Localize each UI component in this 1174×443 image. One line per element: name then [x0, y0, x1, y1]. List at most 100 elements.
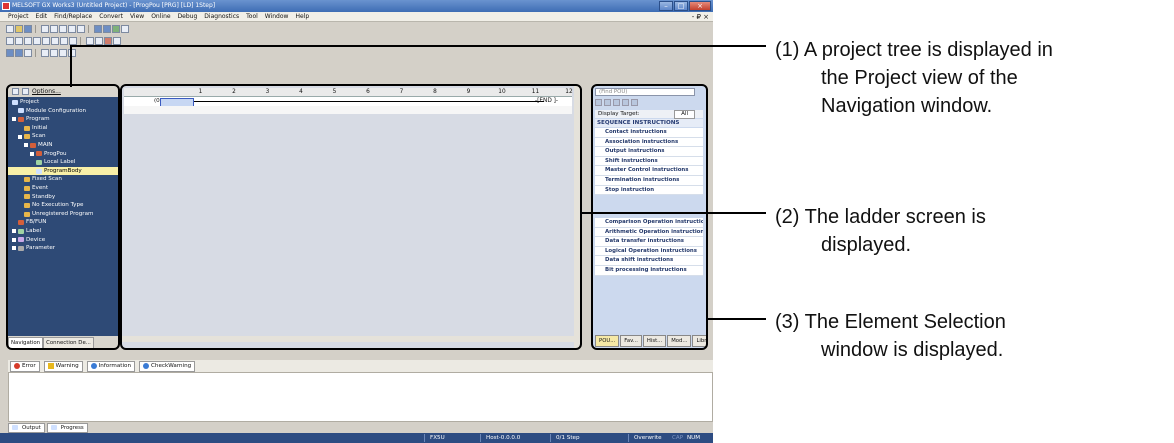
rising-pulse-icon[interactable]: [86, 37, 94, 45]
menu-window[interactable]: Window: [265, 13, 289, 20]
options-button[interactable]: Options...: [32, 88, 61, 95]
tree-item[interactable]: Program: [8, 115, 118, 124]
open-contact-icon[interactable]: [6, 37, 14, 45]
element-tab[interactable]: Fav...: [620, 335, 642, 347]
device-comment-icon[interactable]: [41, 49, 49, 57]
menu-tool[interactable]: Tool: [246, 13, 258, 20]
menu-find-replace[interactable]: Find/Replace: [54, 13, 92, 20]
tree-item[interactable]: Initial: [8, 124, 118, 133]
tree-item[interactable]: Parameter: [8, 244, 118, 253]
insert-line-icon[interactable]: [113, 37, 121, 45]
element-tab[interactable]: Mod...: [667, 335, 692, 347]
application-instruction-icon[interactable]: [51, 37, 59, 45]
instruction-item[interactable]: Data transfer instructions: [595, 237, 703, 247]
element-tab[interactable]: POU...: [595, 335, 620, 347]
instruction-item[interactable]: Data shift instructions: [595, 256, 703, 266]
delete-icon[interactable]: [622, 99, 629, 106]
instruction-item[interactable]: Logical Operation instructions: [595, 246, 703, 257]
save-project-icon[interactable]: [24, 25, 32, 33]
statement-icon[interactable]: [50, 49, 58, 57]
tree-item[interactable]: FB/FUN: [8, 218, 118, 227]
collapse-tree-icon[interactable]: [22, 88, 29, 95]
delete-line-icon[interactable]: [104, 37, 112, 45]
redo-icon[interactable]: [77, 25, 85, 33]
build-icon[interactable]: [6, 49, 14, 57]
list-view-icon[interactable]: [595, 99, 602, 106]
tree-item[interactable]: Event: [8, 184, 118, 193]
expand-toggle-icon[interactable]: [12, 117, 16, 122]
mdi-controls[interactable]: - ₽ ×: [692, 12, 709, 22]
information-filter[interactable]: Information: [86, 360, 136, 372]
coil-icon[interactable]: [42, 37, 50, 45]
expand-toggle-icon[interactable]: [12, 229, 16, 234]
falling-pulse-icon[interactable]: [95, 37, 103, 45]
tree-item[interactable]: Module Configuration: [8, 107, 118, 116]
warning-filter[interactable]: Warning: [43, 360, 83, 372]
menu-convert[interactable]: Convert: [99, 13, 123, 20]
menu-online[interactable]: Online: [151, 13, 170, 20]
output-list[interactable]: [8, 372, 713, 422]
instruction-item[interactable]: Contact instructions: [595, 128, 703, 138]
ladder-empty-row[interactable]: [124, 106, 572, 114]
expand-tree-icon[interactable]: [12, 88, 19, 95]
ladder-rung-row[interactable]: (0) -[END ]-: [124, 97, 572, 113]
tree-item[interactable]: Label: [8, 227, 118, 236]
minimize-button[interactable]: –: [659, 1, 673, 11]
parallel-open-contact-icon[interactable]: [24, 37, 32, 45]
properties-icon[interactable]: [631, 99, 638, 106]
menu-edit[interactable]: Edit: [36, 13, 48, 20]
maximize-button[interactable]: □: [674, 1, 688, 11]
checkwarning-filter[interactable]: CheckWarning: [139, 360, 196, 372]
tab-navigation[interactable]: Navigation: [8, 337, 44, 348]
horizontal-line-icon[interactable]: [60, 37, 68, 45]
note-icon[interactable]: [59, 49, 67, 57]
tree-item[interactable]: Project: [8, 98, 118, 107]
sort-icon[interactable]: [604, 99, 611, 106]
tree-item[interactable]: Device: [8, 236, 118, 245]
cut-icon[interactable]: [41, 25, 49, 33]
instruction-item[interactable]: Termination instructions: [595, 175, 703, 186]
instruction-item[interactable]: Shift instructions: [595, 156, 703, 167]
instruction-item[interactable]: Output instructions: [595, 147, 703, 157]
new-project-icon[interactable]: [6, 25, 14, 33]
menu-view[interactable]: View: [130, 13, 144, 20]
error-filter[interactable]: Error: [10, 360, 40, 372]
vertical-scrollbar[interactable]: [574, 86, 580, 348]
expand-toggle-icon[interactable]: [24, 143, 28, 148]
menu-project[interactable]: Project: [8, 13, 29, 20]
tab-output[interactable]: Output: [8, 422, 45, 433]
expand-toggle-icon[interactable]: [18, 134, 22, 139]
menu-help[interactable]: Help: [295, 13, 309, 20]
tree-item[interactable]: ProgramBody: [8, 166, 118, 176]
find-pou-input[interactable]: (Find POU): [595, 88, 695, 96]
tree-item[interactable]: Scan: [8, 132, 118, 141]
filter-icon[interactable]: [613, 99, 620, 106]
open-project-icon[interactable]: [15, 25, 23, 33]
horizontal-scrollbar[interactable]: [122, 336, 574, 342]
tree-item[interactable]: No Execution Type: [8, 201, 118, 210]
tree-item[interactable]: MAIN: [8, 141, 118, 150]
parallel-close-contact-icon[interactable]: [33, 37, 41, 45]
close-contact-icon[interactable]: [15, 37, 23, 45]
monitor-stop-icon[interactable]: [121, 25, 129, 33]
copy-icon[interactable]: [50, 25, 58, 33]
tab-progress[interactable]: Progress: [46, 422, 88, 433]
tab-connection-destination[interactable]: Connection De...: [43, 337, 94, 348]
expand-toggle-icon[interactable]: [12, 246, 16, 251]
write-to-plc-icon[interactable]: [94, 25, 102, 33]
tree-item[interactable]: Unregistered Program: [8, 210, 118, 219]
expand-toggle-icon[interactable]: [30, 151, 34, 156]
tree-item[interactable]: Local Label: [8, 158, 118, 167]
expand-toggle-icon[interactable]: [12, 237, 16, 242]
instruction-item[interactable]: Master Control instructions: [595, 166, 703, 176]
instruction-item[interactable]: Bit processing instructions: [595, 265, 703, 276]
display-target-select[interactable]: All: [674, 110, 695, 119]
rebuild-all-icon[interactable]: [15, 49, 23, 57]
element-tab[interactable]: Libr...: [692, 335, 706, 347]
vertical-line-icon[interactable]: [69, 37, 77, 45]
menu-diagnostics[interactable]: Diagnostics: [204, 13, 239, 20]
undo-icon[interactable]: [68, 25, 76, 33]
instruction-item[interactable]: Association instructions: [595, 137, 703, 148]
category-header[interactable]: SEQUENCE INSTRUCTIONS: [595, 119, 703, 127]
instruction-item[interactable]: Comparison Operation instructio: [595, 218, 703, 228]
